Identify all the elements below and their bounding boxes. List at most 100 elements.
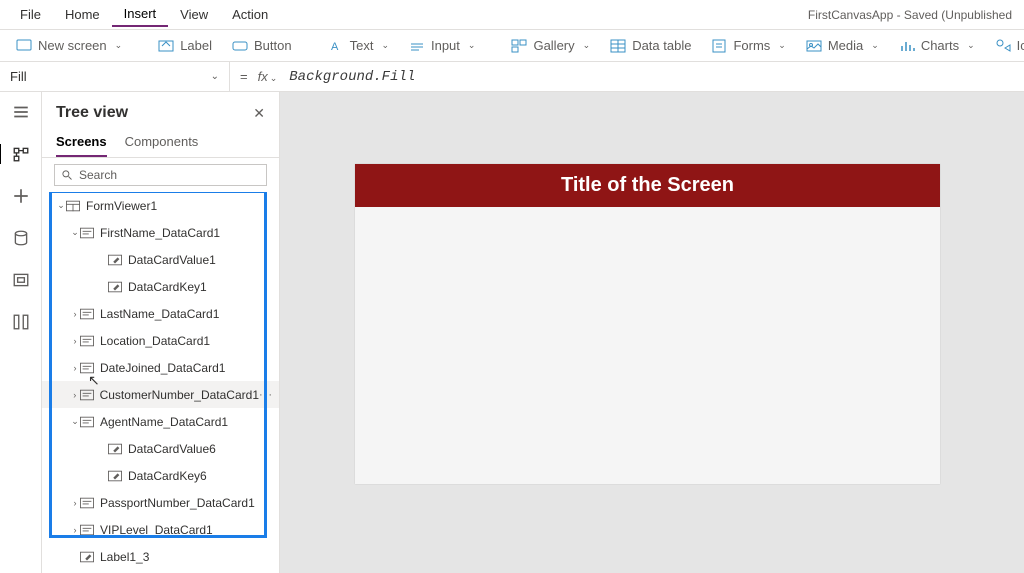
charts-label: Charts xyxy=(921,38,959,53)
button-text: Button xyxy=(254,38,292,53)
chevron-right-icon[interactable]: › xyxy=(70,363,80,373)
hamburger-icon[interactable] xyxy=(11,102,31,122)
tree-list: ⌄FormViewer1⌄FirstName_DataCard1DataCard… xyxy=(42,192,279,573)
menu-file[interactable]: File xyxy=(8,3,53,26)
menu-view[interactable]: View xyxy=(168,3,220,26)
text-label: Text xyxy=(350,38,374,53)
menubar: File Home Insert View Action FirstCanvas… xyxy=(0,0,1024,30)
tree-tabs: Screens Components xyxy=(42,128,279,158)
gallery-label: Gallery xyxy=(533,38,574,53)
new-screen-label: New screen xyxy=(38,38,107,53)
tree-node-datacardvalue1[interactable]: DataCardValue1 xyxy=(42,246,279,273)
chevron-down-icon: ⌄ xyxy=(211,71,219,82)
tree-node-label: DateJoined_DataCard1 xyxy=(100,361,225,375)
label-button[interactable]: Label xyxy=(150,34,220,58)
add-icon[interactable] xyxy=(11,186,31,206)
menu-home[interactable]: Home xyxy=(53,3,112,26)
gallery-button[interactable]: Gallery ⌄ xyxy=(503,34,598,58)
chevron-down-icon[interactable]: ⌄ xyxy=(70,227,80,238)
card-icon xyxy=(80,361,94,375)
tree-node-customernumber-datacard1[interactable]: › CustomerNumber_DataCard1··· xyxy=(42,381,279,408)
datatable-label: Data table xyxy=(632,38,691,53)
datatable-button[interactable]: Data table xyxy=(602,34,699,58)
icons-label: Icons xyxy=(1017,38,1024,53)
edit-icon xyxy=(80,550,94,564)
tree-node-label: PassportNumber_DataCard1 xyxy=(100,496,255,510)
canvas-area[interactable]: Title of the Screen xyxy=(280,92,1024,573)
new-screen-button[interactable]: New screen ⌄ xyxy=(8,34,130,58)
tree-node-label: DataCardKey6 xyxy=(128,469,207,483)
label-icon xyxy=(158,38,174,54)
svg-text:A: A xyxy=(331,41,339,53)
tree-node-label: DataCardValue6 xyxy=(128,442,216,456)
tree-view-icon[interactable] xyxy=(0,144,41,164)
formula-input[interactable]: Background.Fill xyxy=(285,69,1024,85)
tree-header: Tree view ✕ xyxy=(42,92,279,128)
forms-icon xyxy=(711,38,727,54)
canvas-screen[interactable]: Title of the Screen xyxy=(355,164,940,484)
text-button[interactable]: A Text ⌄ xyxy=(320,34,397,58)
tree-node-passportnumber-datacard1[interactable]: › PassportNumber_DataCard1 xyxy=(42,489,279,516)
close-icon[interactable]: ✕ xyxy=(253,105,265,122)
tab-screens[interactable]: Screens xyxy=(56,128,107,157)
tab-components[interactable]: Components xyxy=(125,128,199,157)
data-icon[interactable] xyxy=(11,228,31,248)
media-button[interactable]: Media ⌄ xyxy=(798,34,887,58)
gallery-icon xyxy=(511,38,527,54)
tree-node-viplevel-datacard1[interactable]: ›VIPLevel_DataCard1 xyxy=(42,516,279,543)
fx-icon[interactable]: fx⌄ xyxy=(258,69,286,84)
tree-node-label: AgentName_DataCard1 xyxy=(100,415,228,429)
tree-node-firstname-datacard1[interactable]: ⌄ FirstName_DataCard1 xyxy=(42,219,279,246)
tree-node-label: CustomerNumber_DataCard1 xyxy=(100,388,259,402)
tree-node-label1-3[interactable]: Label1_3 xyxy=(42,543,279,570)
charts-icon xyxy=(899,38,915,54)
forms-button[interactable]: Forms ⌄ xyxy=(703,34,793,58)
tree-node-lastname-datacard1[interactable]: ›LastName_DataCard1 xyxy=(42,300,279,327)
forms-label: Forms xyxy=(733,38,770,53)
tree-node-formviewer1[interactable]: ⌄FormViewer1 xyxy=(42,192,279,219)
menu-action[interactable]: Action xyxy=(220,3,280,26)
edit-icon xyxy=(108,253,122,267)
chevron-right-icon[interactable]: › xyxy=(70,498,80,508)
more-options-icon[interactable]: ··· xyxy=(259,389,279,401)
icons-button[interactable]: Icons ⌄ xyxy=(987,34,1024,58)
tree-title: Tree view xyxy=(56,104,128,122)
tree-node-datacardkey1[interactable]: DataCardKey1 xyxy=(42,273,279,300)
input-button[interactable]: Input ⌄ xyxy=(401,34,483,58)
card-icon xyxy=(80,334,94,348)
edit-icon xyxy=(108,469,122,483)
menu-insert[interactable]: Insert xyxy=(112,2,169,27)
search-input[interactable]: Search xyxy=(54,164,267,186)
app-title: FirstCanvasApp - Saved (Unpublished xyxy=(808,8,1016,22)
chevron-right-icon[interactable]: › xyxy=(70,390,80,400)
tree-node-agentname-datacard1[interactable]: ⌄ AgentName_DataCard1 xyxy=(42,408,279,435)
chevron-right-icon[interactable]: › xyxy=(70,525,80,535)
media-panel-icon[interactable] xyxy=(11,270,31,290)
card-icon xyxy=(80,523,94,537)
tree-node-datejoined-datacard1[interactable]: › DateJoined_DataCard1 xyxy=(42,354,279,381)
edit-icon xyxy=(108,280,122,294)
charts-button[interactable]: Charts ⌄ xyxy=(891,34,983,58)
card-icon xyxy=(80,415,94,429)
button-icon xyxy=(232,38,248,54)
button-button[interactable]: Button xyxy=(224,34,300,58)
property-selector[interactable]: Fill ⌄ xyxy=(0,62,230,91)
chevron-down-icon: ⌄ xyxy=(871,40,879,51)
chevron-right-icon[interactable]: › xyxy=(70,336,80,346)
tree-node-datacardvalue6[interactable]: DataCardValue6 xyxy=(42,435,279,462)
tree-node-location-datacard1[interactable]: › Location_DataCard1 xyxy=(42,327,279,354)
tree-panel: Tree view ✕ Screens Components Search ⌄F… xyxy=(42,92,280,573)
chevron-right-icon[interactable]: › xyxy=(70,309,80,319)
tools-icon[interactable] xyxy=(11,312,31,332)
tree-node-label: Location_DataCard1 xyxy=(100,334,210,348)
chevron-down-icon[interactable]: ⌄ xyxy=(70,416,80,427)
search-placeholder: Search xyxy=(79,168,117,182)
chevron-down-icon[interactable]: ⌄ xyxy=(56,200,66,211)
tree-node-label: FirstName_DataCard1 xyxy=(100,226,220,240)
formula-bar: Fill ⌄ = fx⌄ Background.Fill xyxy=(0,62,1024,92)
tree-node-datacardkey6[interactable]: DataCardKey6 xyxy=(42,462,279,489)
screen-title-label[interactable]: Title of the Screen xyxy=(355,164,940,207)
chevron-down-icon: ⌄ xyxy=(778,40,786,51)
media-icon xyxy=(806,38,822,54)
screen-icon xyxy=(16,38,32,54)
